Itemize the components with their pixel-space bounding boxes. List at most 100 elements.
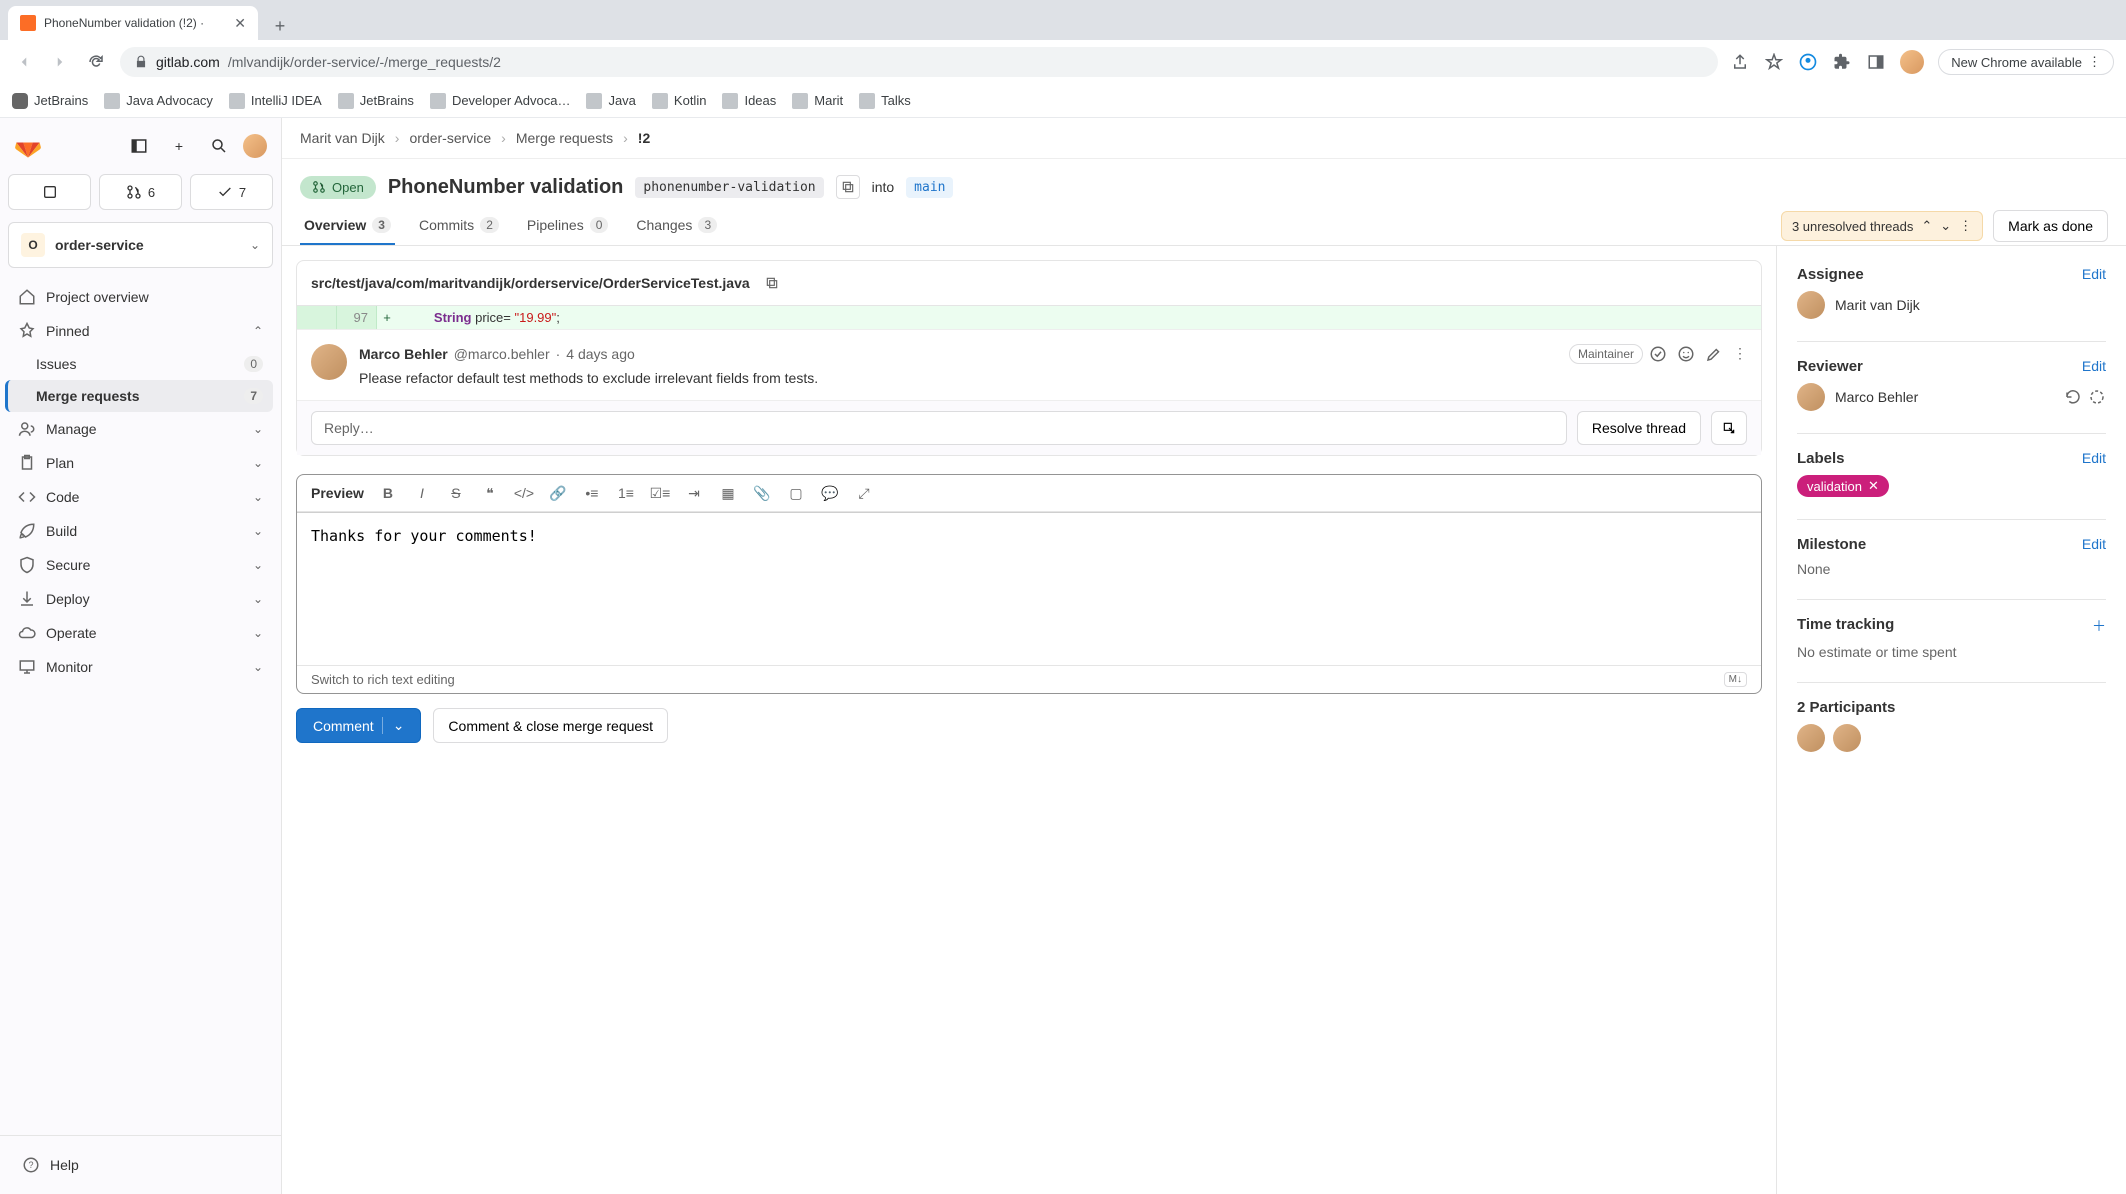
back-button[interactable] [12, 50, 36, 74]
edit-reviewer[interactable]: Edit [2082, 358, 2106, 375]
sidebar-item-manage[interactable]: Manage⌄ [8, 412, 273, 446]
label-chip[interactable]: validation ✕ [1797, 475, 1889, 497]
comment-textarea[interactable] [297, 512, 1761, 662]
new-tab-button[interactable]: + [266, 12, 294, 40]
sidebar-item-plan[interactable]: Plan⌄ [8, 446, 273, 480]
diff-file-path[interactable]: src/test/java/com/maritvandijk/orderserv… [311, 275, 750, 291]
sidebar-item-merge-requests[interactable]: Merge requests7 [5, 380, 273, 412]
commenter-avatar[interactable] [311, 344, 347, 380]
emoji-icon[interactable] [1677, 345, 1695, 363]
italic-icon[interactable]: I [412, 483, 432, 503]
participant-avatar[interactable] [1833, 724, 1861, 752]
sidebar-item-build[interactable]: Build⌄ [8, 514, 273, 548]
tab-overview[interactable]: Overview3 [300, 207, 395, 245]
bookmark-item[interactable]: Java [586, 93, 635, 109]
comment-button[interactable]: Comment ⌄ [296, 708, 421, 743]
chevron-up-icon[interactable]: ⌃ [1921, 218, 1932, 234]
reviewer-name[interactable]: Marco Behler [1835, 389, 1918, 405]
sidebar-item-code[interactable]: Code⌄ [8, 480, 273, 514]
create-new-icon[interactable]: + [163, 130, 195, 162]
chevron-down-icon[interactable]: ⌄ [253, 422, 263, 436]
update-chrome-button[interactable]: New Chrome available ⋮ [1938, 49, 2114, 75]
comment-close-button[interactable]: Comment & close merge request [433, 708, 668, 743]
link-icon[interactable]: 🔗 [548, 483, 568, 503]
reply-input[interactable]: Reply… [311, 411, 1567, 445]
diff-line[interactable]: 97 + String price= "19.99"; [297, 306, 1761, 329]
sidebar-item-secure[interactable]: Secure⌄ [8, 548, 273, 582]
task-list-icon[interactable]: ☑≡ [650, 483, 670, 503]
copy-branch-icon[interactable] [836, 175, 860, 199]
edit-milestone[interactable]: Edit [2082, 536, 2106, 553]
tab-pipelines[interactable]: Pipelines0 [523, 207, 613, 245]
user-avatar[interactable] [243, 134, 267, 158]
bookmark-item[interactable]: Java Advocacy [104, 93, 213, 109]
reload-button[interactable] [84, 50, 108, 74]
bookmark-item[interactable]: Marit [792, 93, 843, 109]
bookmark-item[interactable]: JetBrains [12, 93, 88, 109]
chevron-down-icon[interactable]: ⌄ [253, 592, 263, 606]
kebab-icon[interactable]: ⋮ [1959, 218, 1972, 234]
resolve-check-icon[interactable] [1649, 345, 1667, 363]
edit-icon[interactable] [1705, 345, 1723, 363]
preview-button[interactable]: Preview [311, 485, 364, 501]
comment-dropdown-icon[interactable]: ⌄ [382, 717, 405, 734]
remove-label-icon[interactable]: ✕ [1868, 478, 1879, 494]
assignee-avatar[interactable] [1797, 291, 1825, 319]
ordered-list-icon[interactable]: 1≡ [616, 483, 636, 503]
indent-icon[interactable]: ⇥ [684, 483, 704, 503]
star-icon[interactable] [1764, 52, 1784, 72]
comment-lines-icon[interactable]: 💬 [820, 483, 840, 503]
participant-avatar[interactable] [1797, 724, 1825, 752]
bookmark-item[interactable]: Kotlin [652, 93, 707, 109]
bold-icon[interactable]: B [378, 483, 398, 503]
copy-path-icon[interactable] [760, 271, 784, 295]
table-icon[interactable]: ▦ [718, 483, 738, 503]
kebab-icon[interactable]: ⋮ [1733, 345, 1747, 363]
search-icon[interactable] [203, 130, 235, 162]
work-item-badge[interactable] [8, 174, 91, 210]
chevron-up-icon[interactable]: ⌃ [253, 324, 263, 338]
chevron-down-icon[interactable]: ⌄ [253, 524, 263, 538]
bookmark-item[interactable]: Talks [859, 93, 911, 109]
bookmark-item[interactable]: JetBrains [338, 93, 414, 109]
breadcrumb-link[interactable]: Marit van Dijk [300, 130, 385, 146]
edit-assignee[interactable]: Edit [2082, 266, 2106, 283]
chrome-avatar[interactable] [1900, 50, 1924, 74]
code-icon[interactable]: </> [514, 483, 534, 503]
profile-icon[interactable] [1798, 52, 1818, 72]
strike-icon[interactable]: S [446, 483, 466, 503]
mark-done-button[interactable]: Mark as done [1993, 210, 2108, 242]
switch-editor-link[interactable]: Switch to rich text editing [311, 672, 455, 687]
quote-icon[interactable]: ❝ [480, 483, 500, 503]
sidebar-item-operate[interactable]: Operate⌄ [8, 616, 273, 650]
chevron-down-icon[interactable]: ⌄ [253, 490, 263, 504]
chevron-down-icon[interactable]: ⌄ [253, 660, 263, 674]
fullscreen-icon[interactable]: ⤢ [854, 483, 874, 503]
breadcrumb-link[interactable]: order-service [409, 130, 491, 146]
sidebar-item-pinned[interactable]: Pinned⌃ [8, 314, 273, 348]
breadcrumb-link[interactable]: Merge requests [516, 130, 613, 146]
rerequest-review-icon[interactable] [2064, 388, 2082, 406]
add-time-icon[interactable]: ＋ [2092, 616, 2106, 636]
forward-button[interactable] [48, 50, 72, 74]
chevron-down-icon[interactable]: ⌄ [253, 456, 263, 470]
assignee-name[interactable]: Marit van Dijk [1835, 297, 1920, 313]
chevron-down-icon[interactable]: ⌄ [253, 558, 263, 572]
sidebar-item-monitor[interactable]: Monitor⌄ [8, 650, 273, 684]
bookmark-item[interactable]: Ideas [722, 93, 776, 109]
target-branch[interactable]: main [906, 177, 953, 198]
chevron-down-icon[interactable]: ⌄ [1940, 218, 1951, 234]
browser-tab[interactable]: PhoneNumber validation (!2) · ✕ [8, 6, 258, 40]
tab-close-icon[interactable]: ✕ [234, 15, 246, 32]
markdown-badge[interactable]: M↓ [1724, 672, 1747, 687]
attach-icon[interactable]: 📎 [752, 483, 772, 503]
reviewer-avatar[interactable] [1797, 383, 1825, 411]
sidepanel-icon[interactable] [1866, 52, 1886, 72]
todo-count-badge[interactable]: 7 [190, 174, 273, 210]
share-icon[interactable] [1730, 52, 1750, 72]
bookmark-item[interactable]: IntelliJ IDEA [229, 93, 322, 109]
bullet-list-icon[interactable]: •≡ [582, 483, 602, 503]
project-selector[interactable]: O order-service ⌄ [8, 222, 273, 268]
help-link[interactable]: ? Help [12, 1148, 269, 1182]
sidebar-item-deploy[interactable]: Deploy⌄ [8, 582, 273, 616]
